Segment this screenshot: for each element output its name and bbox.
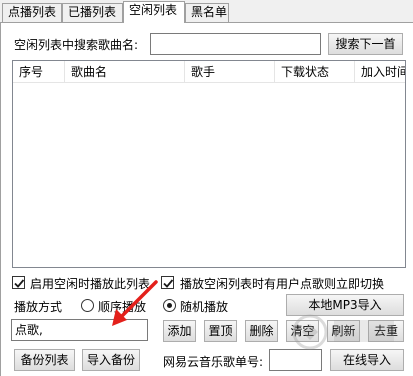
column-song-name[interactable]: 歌曲名 xyxy=(65,61,185,83)
tab-played-list[interactable]: 已播列表 xyxy=(62,3,123,22)
switch-on-request-label: 播放空闲列表时有用户点歌则立即切换 xyxy=(180,277,385,291)
enable-idle-label: 启用空闲时播放此列表 xyxy=(30,277,151,291)
backup-list-button[interactable]: 备份列表 xyxy=(14,349,75,371)
tab-strip: 点播列表 已播列表 空闲列表 黑名单 xyxy=(0,0,413,23)
enable-idle-checkbox[interactable] xyxy=(12,276,25,289)
sequential-play-radio[interactable] xyxy=(81,299,94,312)
switch-on-request-checkbox[interactable] xyxy=(161,276,174,289)
tab-idle-list[interactable]: 空闲列表 xyxy=(123,1,185,23)
add-button[interactable]: 添加 xyxy=(163,320,196,342)
radio-selected-dot xyxy=(167,303,172,308)
column-index[interactable]: 序号 xyxy=(13,61,65,83)
search-next-button[interactable]: 搜索下一首 xyxy=(328,33,403,55)
import-backup-button[interactable]: 导入备份 xyxy=(82,349,140,371)
tab-request-list[interactable]: 点播列表 xyxy=(2,3,62,22)
song-request-input[interactable]: 点歌, xyxy=(11,319,148,341)
column-added-time[interactable]: 加入时间 xyxy=(355,61,405,83)
play-mode-label: 播放方式 xyxy=(14,300,63,314)
list-header: 序号 歌曲名 歌手 下载状态 加入时间 xyxy=(13,61,405,83)
delete-button[interactable]: 删除 xyxy=(245,320,278,342)
random-play-label: 随机播放 xyxy=(180,300,229,314)
tab-blacklist[interactable]: 黑名单 xyxy=(185,3,229,22)
sequential-play-label: 顺序播放 xyxy=(98,300,147,314)
search-input[interactable] xyxy=(150,33,321,55)
check-mark-icon xyxy=(163,279,174,288)
pin-top-button[interactable]: 置顶 xyxy=(204,320,237,342)
song-list[interactable]: 序号 歌曲名 歌手 下载状态 加入时间 xyxy=(12,60,406,268)
watermark-logo-icon xyxy=(292,314,394,350)
column-artist[interactable]: 歌手 xyxy=(185,61,275,83)
search-label: 空闲列表中搜索歌曲名: xyxy=(14,38,139,52)
check-mark-icon xyxy=(14,279,25,288)
column-download-status[interactable]: 下载状态 xyxy=(275,61,355,83)
random-play-radio[interactable] xyxy=(163,299,176,312)
netease-playlist-label: 网易云音乐歌单号: xyxy=(163,355,264,369)
